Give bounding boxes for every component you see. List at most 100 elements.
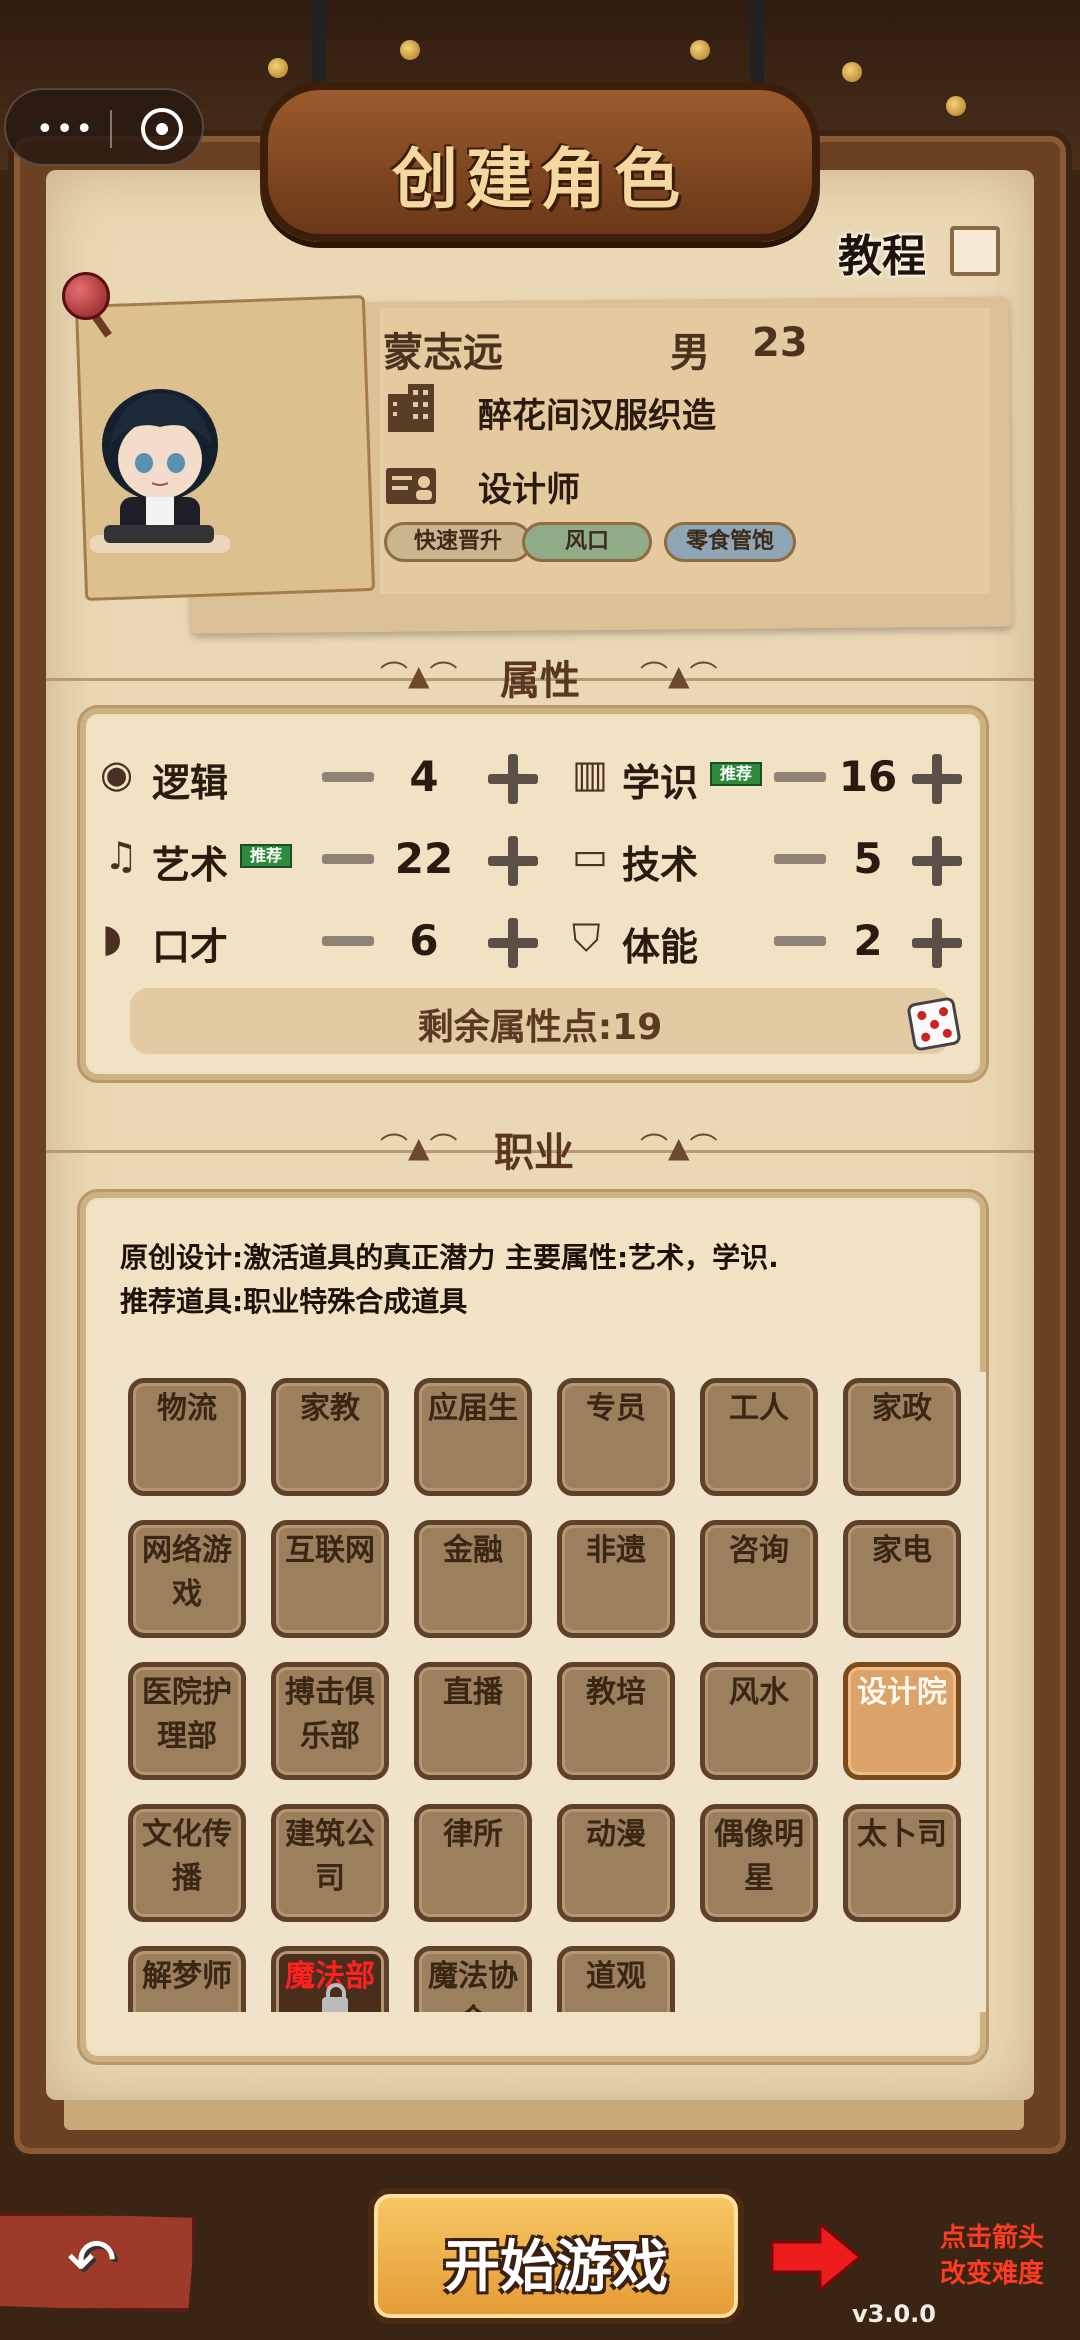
character-name: 蒙志远 (383, 330, 503, 376)
profession-button[interactable]: 专员 (557, 1378, 675, 1496)
difficulty-hint: 点击箭头 改变难度 (922, 2220, 1062, 2292)
back-arrow-icon[interactable]: ↶ (52, 2228, 132, 2294)
attribute-name: 体能 (622, 925, 699, 969)
attribute-name: 技术 (622, 843, 699, 887)
profession-button[interactable]: 教培 (557, 1662, 675, 1780)
profession-button-locked[interactable]: 魔法部 (271, 1946, 389, 2012)
mini-program-capsule: ••• (4, 88, 204, 166)
attribute-value: 4 (409, 752, 439, 801)
increase-button[interactable] (488, 918, 538, 968)
recommended-badge: 推荐 (240, 844, 293, 868)
profession-button[interactable]: 建筑公司 (271, 1804, 389, 1922)
title-plaque: 创建角色 (260, 82, 820, 242)
profession-button[interactable]: 太卜司 (843, 1804, 961, 1922)
profession-button[interactable]: 物流 (128, 1378, 246, 1496)
profession-button[interactable]: 道观 (557, 1946, 675, 2012)
decrease-button[interactable] (774, 854, 826, 864)
start-game-label: 开始游戏 (444, 2235, 668, 2300)
increase-button[interactable] (488, 754, 538, 804)
decrease-button[interactable] (322, 854, 374, 864)
character-avatar[interactable] (90, 375, 230, 565)
lock-icon (322, 1983, 348, 2012)
version-label: v3.0.0 (852, 2300, 936, 2328)
profession-section-title: 职业 (494, 1130, 574, 1176)
profession-description-line: 推荐道具:职业特殊合成道具 (120, 1285, 468, 1318)
character-gender: 男 (670, 330, 710, 376)
pushpin-icon (62, 272, 110, 320)
profession-button[interactable]: 金融 (414, 1520, 532, 1638)
recommended-badge: 推荐 (710, 762, 763, 786)
music-note-icon: ♫ (104, 834, 139, 878)
decor-stud (268, 58, 288, 78)
profession-button[interactable]: 家政 (843, 1378, 961, 1496)
profession-button[interactable]: 咨询 (700, 1520, 818, 1638)
character-age: 23 (752, 320, 808, 366)
profession-button[interactable]: 网络游戏 (128, 1520, 246, 1638)
company-name: 醉花间汉服织造 (478, 396, 716, 436)
book-icon: ▥ (572, 752, 608, 796)
monitor-icon: ▭ (572, 834, 608, 878)
decrease-button[interactable] (322, 936, 374, 946)
attribute-value: 16 (838, 752, 898, 801)
shield-icon: ⛉ (572, 916, 601, 960)
increase-button[interactable] (912, 836, 962, 886)
profession-grid[interactable]: 物流 家教 应届生 专员 工人 家政 网络游戏 互联网 金融 非遗 咨询 家电 … (108, 1372, 986, 2012)
brain-icon: ◉ (100, 752, 134, 796)
profession-button[interactable]: 直播 (414, 1662, 532, 1780)
decrease-button[interactable] (774, 936, 826, 946)
difficulty-hint-line: 点击箭头 (939, 2223, 1044, 2253)
profession-button[interactable]: 工人 (700, 1378, 818, 1496)
profession-button[interactable]: 应届生 (414, 1378, 532, 1496)
attribute-value: 6 (409, 916, 439, 965)
profession-button[interactable]: 文化传播 (128, 1804, 246, 1922)
building-icon (388, 384, 434, 432)
capsule-divider (110, 110, 112, 148)
trait-tag: 零食管饱 (664, 522, 796, 562)
decrease-button[interactable] (774, 772, 826, 782)
more-icon[interactable]: ••• (36, 112, 95, 147)
decor-stud (690, 40, 710, 60)
lips-icon: ◗ (102, 916, 123, 960)
profession-button[interactable]: 医院护理部 (128, 1662, 246, 1780)
increase-button[interactable] (912, 754, 962, 804)
attributes-section-title: 属性 (500, 658, 580, 704)
profession-button[interactable]: 魔法协会 (414, 1946, 532, 2012)
increase-button[interactable] (912, 918, 962, 968)
profession-button[interactable]: 搏击俱乐部 (271, 1662, 389, 1780)
profession-button[interactable]: 律所 (414, 1804, 532, 1922)
trait-tag: 风口 (522, 522, 652, 562)
difficulty-arrow-icon[interactable] (770, 2222, 862, 2292)
profession-button[interactable]: 动漫 (557, 1804, 675, 1922)
id-card-icon (386, 468, 436, 504)
job-title: 设计师 (478, 470, 580, 510)
profession-button[interactable]: 家教 (271, 1378, 389, 1496)
difficulty-hint-line: 改变难度 (939, 2259, 1044, 2289)
start-game-button[interactable]: 开始游戏 (368, 2188, 744, 2324)
ornament-icon: ⌒▲⌒ (640, 1131, 718, 1164)
attribute-value: 2 (853, 916, 883, 965)
profession-button-selected[interactable]: 设计院 (843, 1662, 961, 1780)
page-title: 创建角色 (392, 141, 688, 218)
attribute-name: 学识 (622, 761, 699, 805)
decor-stud (946, 96, 966, 116)
remaining-points: 剩余属性点:19 (417, 1007, 663, 1048)
ornament-icon: ⌒▲⌒ (380, 1131, 458, 1164)
ornament-icon: ⌒▲⌒ (640, 659, 718, 692)
ornament-icon: ⌒▲⌒ (380, 659, 458, 692)
dice-icon[interactable] (906, 996, 962, 1052)
close-target-icon[interactable] (141, 108, 183, 150)
decrease-button[interactable] (322, 772, 374, 782)
profession-button[interactable]: 互联网 (271, 1520, 389, 1638)
increase-button[interactable] (488, 836, 538, 886)
profession-button[interactable]: 解梦师 (128, 1946, 246, 2012)
trait-tag: 快速晋升 (384, 522, 532, 562)
profession-description-line: 原创设计:激活道具的真正潜力 主要属性:艺术，学识. (120, 1241, 779, 1274)
profession-description: 原创设计:激活道具的真正潜力 主要属性:艺术，学识. 推荐道具:职业特殊合成道具 (120, 1236, 960, 1324)
attribute-value: 5 (853, 834, 883, 883)
tutorial-checkbox[interactable] (950, 226, 1000, 276)
profession-button[interactable]: 家电 (843, 1520, 961, 1638)
profession-button[interactable]: 非遗 (557, 1520, 675, 1638)
profession-button[interactable]: 偶像明星 (700, 1804, 818, 1922)
tutorial-label: 教程 (838, 231, 926, 282)
profession-button[interactable]: 风水 (700, 1662, 818, 1780)
